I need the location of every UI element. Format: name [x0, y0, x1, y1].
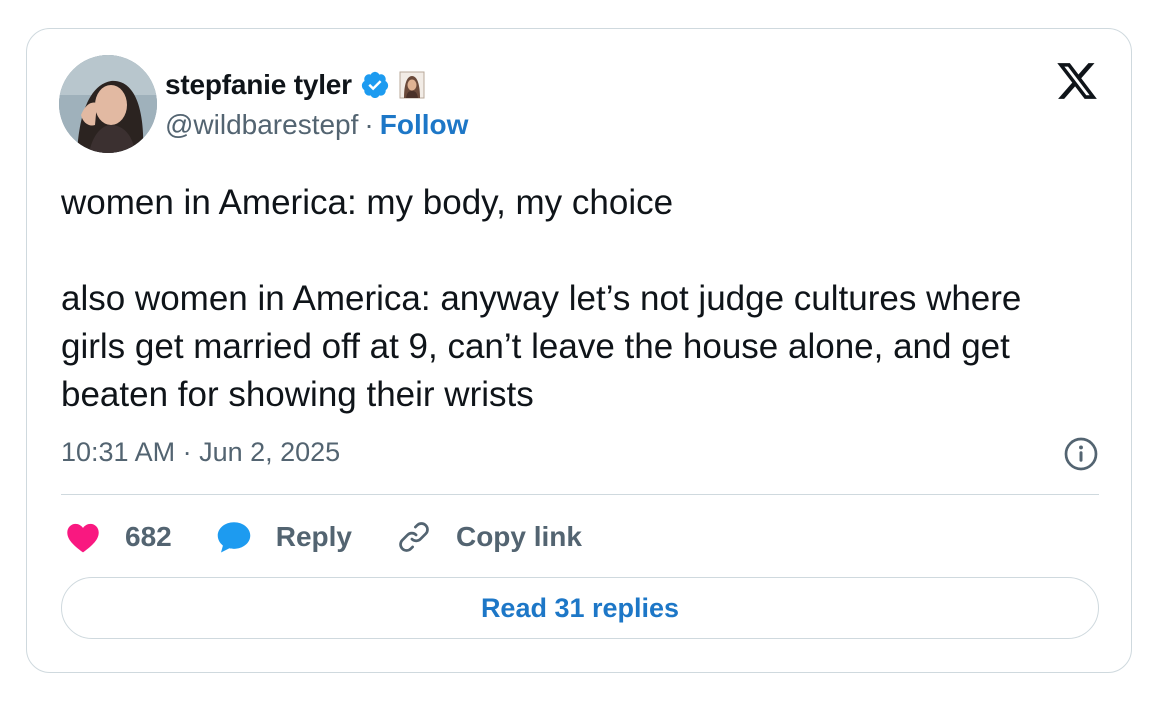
reply-bubble-icon — [217, 522, 250, 553]
reply-label: Reply — [275, 521, 352, 552]
tweet-text: women in America: my body, my choice als… — [61, 183, 1022, 414]
action-bar: 682 Reply Copy link — [65, 516, 626, 558]
avatar-photo — [59, 55, 157, 153]
x-logo-icon[interactable] — [1055, 59, 1099, 103]
display-name[interactable]: stepfanie tyler — [165, 69, 352, 101]
reply-button[interactable]: Reply — [216, 520, 352, 554]
like-button[interactable]: 682 — [65, 521, 172, 553]
user-handle[interactable]: @wildbarestepf — [165, 109, 358, 141]
verified-badge-icon — [361, 71, 388, 99]
follow-button[interactable]: Follow — [380, 109, 469, 141]
tweet-card: stepfanie tyler @wildbarestepf · Follow … — [26, 28, 1132, 673]
copy-link-label: Copy link — [455, 521, 582, 552]
read-replies-button[interactable]: Read 31 replies — [61, 577, 1099, 639]
handle-row: @wildbarestepf · Follow — [165, 109, 468, 141]
like-count: 682 — [125, 521, 172, 552]
divider — [61, 494, 1099, 495]
tweet-timestamp[interactable]: 10:31 AM · Jun 2, 2025 — [61, 437, 340, 468]
hijab-woman-emoji-icon — [399, 71, 425, 99]
avatar[interactable] — [59, 55, 157, 153]
info-icon[interactable] — [1063, 436, 1099, 472]
heart-icon — [67, 523, 99, 553]
link-icon — [399, 522, 429, 552]
copy-link-button[interactable]: Copy link — [396, 519, 582, 555]
separator: · — [364, 109, 374, 140]
name-row: stepfanie tyler — [165, 67, 426, 103]
